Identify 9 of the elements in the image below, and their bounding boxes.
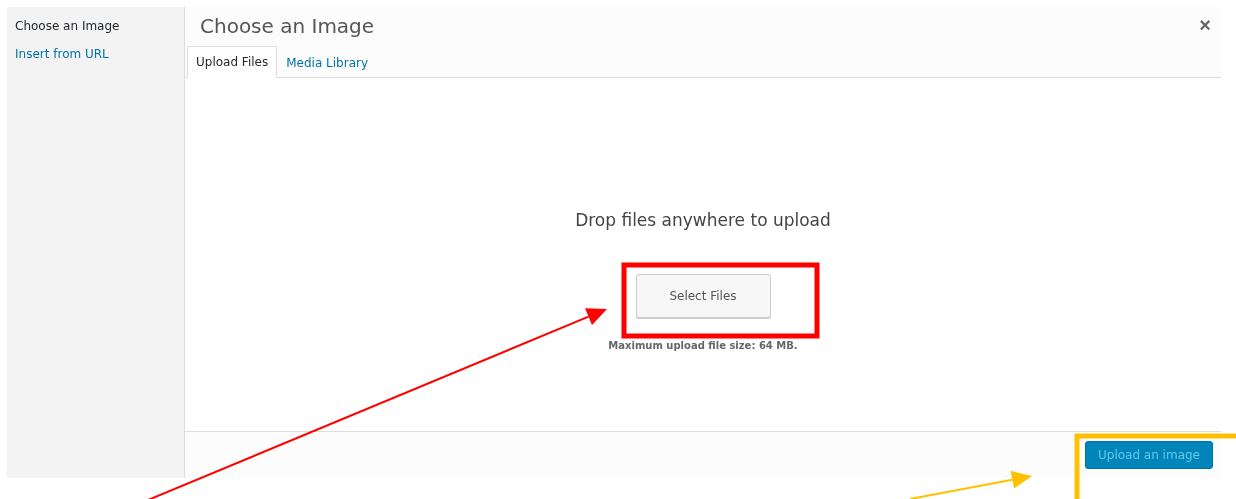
tab[interactable]: Media Library — [277, 46, 378, 78]
sidebar-item[interactable]: Insert from URL — [15, 47, 176, 61]
select-files-button[interactable]: Select Files — [635, 274, 771, 318]
upload-limit-note: Maximum upload file size: 64 MB. — [608, 340, 798, 351]
modal-title: Choose an Image — [200, 14, 375, 38]
close-button[interactable]: × — [1199, 15, 1211, 35]
tab[interactable]: Upload Files — [187, 46, 278, 78]
sidebar-item[interactable]: Choose an Image — [15, 19, 176, 33]
drop-heading: Drop files anywhere to upload — [575, 210, 831, 230]
